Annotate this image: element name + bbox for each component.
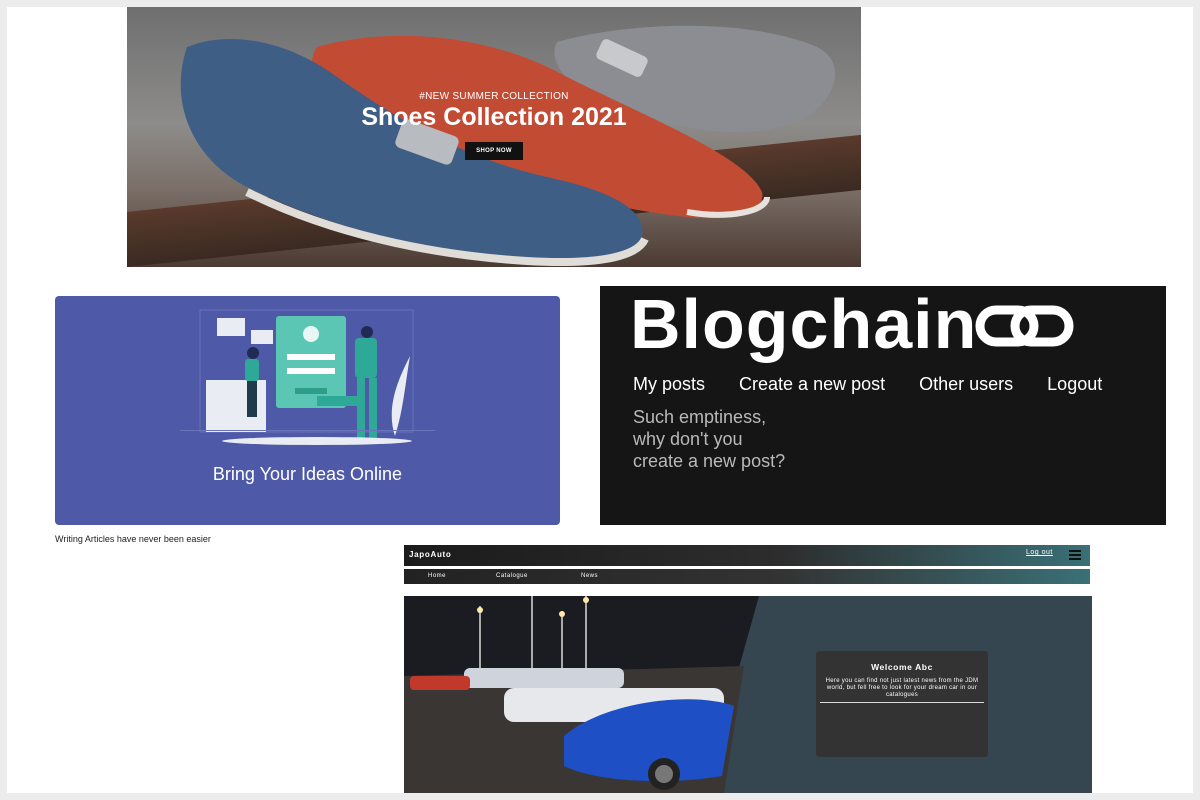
chain-link-icon [975,305,1074,347]
japoauto-hero: Welcome Abc Here you can find not just l… [404,596,1092,793]
welcome-divider [820,702,984,703]
welcome-text: Here you can find not just latest news f… [825,678,979,698]
ideas-caption: Bring Your Ideas Online [212,464,403,484]
empty-state-message: Such emptiness, why don't you create a n… [633,407,786,471]
nav-create-post[interactable]: Create a new post [739,374,885,395]
shoes-hero-banner: #NEW SUMMER COLLECTION Shoes Collection … [127,7,861,267]
japoauto-header: JapoAuto Log out [404,545,1090,566]
menu-catalogue[interactable]: Catalogue [496,573,528,579]
logout-link[interactable]: Log out [1026,549,1053,556]
collage-canvas: #NEW SUMMER COLLECTION Shoes Collection … [7,7,1193,793]
blogchain-logo: Blogchain [630,286,978,363]
loafers-illustration [180,25,836,267]
blogchain-panel: Blogchain My posts Create a new post Oth… [600,286,1166,525]
japoauto-brand[interactable]: JapoAuto [409,550,452,559]
ideas-illustration [180,309,435,445]
welcome-title: Welcome Abc [871,662,933,672]
ideas-card: Bring Your Ideas Online [55,296,560,525]
menu-news[interactable]: News [581,573,598,579]
banner-title: Shoes Collection 2021 [361,103,627,131]
japoauto-page: JapoAuto Log out Home Catalogue News Wel… [404,545,1092,793]
nav-my-posts[interactable]: My posts [633,374,705,395]
parking-lot-photo [404,596,759,793]
nav-logout[interactable]: Logout [1047,374,1102,395]
menu-home[interactable]: Home [428,573,446,579]
hamburger-menu-icon[interactable] [1069,550,1081,562]
japoauto-menu: Home Catalogue News [404,569,1090,584]
nav-other-users[interactable]: Other users [919,374,1013,395]
welcome-box: Welcome Abc Here you can find not just l… [816,651,988,757]
shop-now-button[interactable]: SHOP NOW [465,142,523,160]
collection-tag: #NEW SUMMER COLLECTION [419,91,569,102]
blogchain-nav: My posts Create a new post Other users L… [633,374,1102,395]
ideas-subtitle: Writing Articles have never been easier [55,534,211,544]
